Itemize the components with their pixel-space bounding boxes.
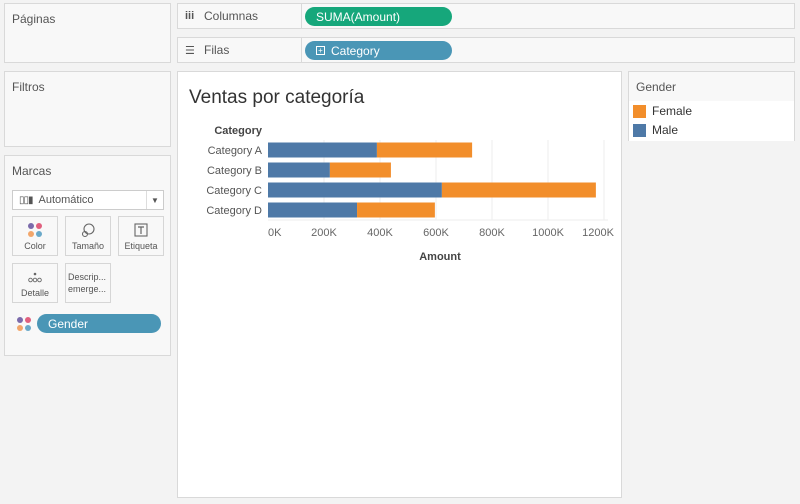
size-button[interactable]: Tamaño	[65, 216, 111, 256]
label-button[interactable]: Etiqueta	[118, 216, 164, 256]
expand-plus-icon[interactable]: +	[316, 46, 325, 55]
label-button-label: Etiqueta	[124, 240, 158, 251]
bar-female[interactable]	[441, 182, 596, 198]
rows-icon: ☰	[185, 44, 195, 57]
x-axis-title: Amount	[419, 251, 461, 263]
legend-swatch-female	[633, 104, 646, 118]
legend-label-female: Female	[652, 104, 693, 118]
x-tick-label: 200K	[311, 227, 337, 239]
detail-button[interactable]: Detalle	[12, 263, 58, 303]
x-tick-label: 600K	[423, 227, 449, 239]
x-tick-label: 0K	[268, 227, 282, 239]
color-field-icon	[17, 317, 31, 331]
filters-panel[interactable]: Filtros	[4, 71, 171, 147]
legend-item-male[interactable]: Male	[633, 123, 678, 137]
mark-type-value: Automático	[38, 194, 94, 206]
category-label: Category B	[207, 165, 262, 177]
columns-shelf[interactable]: iii Columnas SUMA(Amount)	[177, 3, 795, 29]
color-button-label: Color	[24, 240, 46, 251]
bar-female[interactable]	[329, 162, 391, 178]
rows-shelf[interactable]: ☰ Filas + Category	[177, 37, 795, 63]
detail-icon	[27, 269, 43, 285]
rows-label-text: Filas	[204, 43, 230, 57]
category-label: Category D	[206, 205, 262, 217]
sum-amount-pill[interactable]: SUMA(Amount)	[305, 7, 452, 26]
size-icon	[80, 222, 96, 238]
sum-amount-pill-label: SUMA(Amount)	[316, 9, 401, 24]
pages-panel[interactable]: Páginas	[4, 3, 171, 63]
category-label: Category A	[208, 145, 263, 157]
columns-shelf-label: iii Columnas	[178, 4, 302, 28]
size-button-label: Tamaño	[71, 240, 105, 251]
tooltip-button-label: Descrip... emerge...	[68, 272, 107, 294]
pages-title: Páginas	[12, 12, 56, 26]
mark-type-dropdown[interactable]: ▯▯▮ Automático ▼	[12, 190, 164, 210]
color-icon	[28, 222, 42, 238]
chevron-down-icon[interactable]: ▼	[146, 191, 163, 209]
category-pill[interactable]: + Category	[305, 41, 452, 60]
x-tick-label: 1000K	[532, 227, 564, 239]
bar-female[interactable]	[376, 142, 473, 158]
bar-male[interactable]	[268, 202, 358, 218]
filters-title: Filtros	[12, 80, 45, 94]
columns-icon: iii	[185, 10, 195, 22]
bar-male[interactable]	[268, 142, 377, 158]
legend-title: Gender	[636, 80, 677, 94]
marks-panel: Marcas ▯▯▮ Automático ▼ Color Tamaño Eti…	[4, 155, 171, 356]
bar-male[interactable]	[268, 182, 442, 198]
bar-chart: Category Category A Category B Category C Ca…	[206, 125, 614, 263]
color-button[interactable]: Color	[12, 216, 58, 256]
bar-female[interactable]	[357, 202, 435, 218]
legend-label-male: Male	[652, 123, 679, 137]
rows-shelf-label: ☰ Filas	[178, 38, 302, 62]
label-icon	[134, 222, 148, 238]
marks-title: Marcas	[12, 164, 52, 178]
x-tick-label: 800K	[479, 227, 505, 239]
x-tick-label: 400K	[367, 227, 393, 239]
detail-button-label: Detalle	[20, 287, 49, 298]
gender-color-pill[interactable]: Gender	[37, 314, 161, 333]
bar-male[interactable]	[268, 162, 330, 178]
row-header-label: Category	[214, 125, 263, 137]
legend-item-female[interactable]: Female	[633, 104, 692, 118]
legend-swatch-male	[633, 123, 646, 137]
category-label: Category C	[206, 185, 262, 197]
category-pill-label: Category	[331, 43, 380, 58]
color-field-row: Gender	[17, 314, 163, 334]
x-tick-label: 1200K	[582, 227, 614, 239]
tooltip-button[interactable]: Descrip... emerge...	[65, 263, 111, 303]
columns-label-text: Columnas	[204, 9, 259, 23]
bar-chart-icon: ▯▯▮	[19, 194, 33, 206]
chart-canvas: Ventas por categoría Category Category AC…	[177, 71, 622, 498]
color-legend: Gender Female Male	[628, 71, 795, 141]
